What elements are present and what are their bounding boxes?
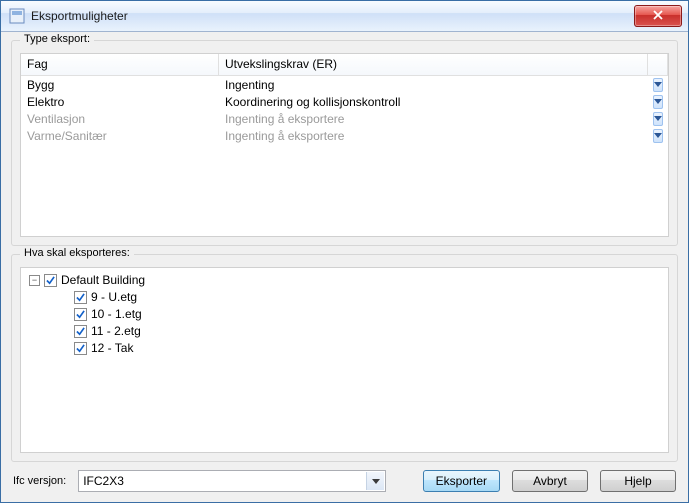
cell-er: Ingenting [219,78,648,92]
ifc-version-combo[interactable]: IFC2X3 [78,470,386,492]
close-icon [653,9,663,23]
row-dropdown-button[interactable] [648,78,668,92]
collapse-icon[interactable]: − [29,275,40,286]
tree-checkbox[interactable] [74,291,87,304]
table-row[interactable]: Varme/SanitærIngenting å eksportere [21,127,668,144]
export-options-window: Eksportmuligheter Type eksport: Fag Utve… [0,0,689,503]
table-row[interactable]: ElektroKoordinering og kollisjonskontrol… [21,93,668,110]
type-export-legend: Type eksport: [20,33,94,45]
cancel-button[interactable]: Avbryt [512,470,588,492]
tree-node-child[interactable]: 9 - U.etg [25,289,664,306]
chevron-down-icon [366,472,384,490]
chevron-down-icon [653,112,663,126]
row-dropdown-button[interactable] [648,112,668,126]
cell-er: Ingenting å eksportere [219,112,648,126]
tree-checkbox[interactable] [44,274,57,287]
close-button[interactable] [634,5,682,27]
tree-node-child[interactable]: 11 - 2.etg [25,323,664,340]
row-dropdown-button[interactable] [648,95,668,109]
app-icon [9,8,25,24]
export-treeview[interactable]: − Default Building9 - U.etg10 - 1.etg11 -… [20,267,669,453]
table-row[interactable]: VentilasjonIngenting å eksportere [21,110,668,127]
column-header-er[interactable]: Utvekslingskrav (ER) [219,54,648,76]
row-dropdown-button[interactable] [648,129,668,143]
export-button[interactable]: Eksporter [423,470,500,492]
listview-rows: ByggIngentingElektroKoordinering og koll… [21,76,668,236]
bottom-bar: Ifc versjon: IFC2X3 Eksporter Avbryt Hje… [11,470,678,492]
tree-node-label: 9 - U.etg [91,289,137,306]
tree-spacer [57,309,70,320]
column-header-dropdown [648,54,668,76]
cell-fag: Bygg [21,78,219,92]
cell-fag: Varme/Sanitær [21,129,219,143]
tree-node-root[interactable]: − Default Building [25,272,664,289]
tree-checkbox[interactable] [74,308,87,321]
tree-checkbox[interactable] [74,325,87,338]
chevron-down-icon [653,78,663,92]
chevron-down-icon [653,95,663,109]
ifc-version-label: Ifc versjon: [13,475,66,487]
tree-node-label: Default Building [61,272,145,289]
type-export-listview[interactable]: Fag Utvekslingskrav (ER) ByggIngentingEl… [20,53,669,237]
tree-node-child[interactable]: 10 - 1.etg [25,306,664,323]
tree-spacer [57,326,70,337]
titlebar: Eksportmuligheter [1,1,688,32]
what-export-legend: Hva skal eksporteres: [20,247,134,259]
listview-headers: Fag Utvekslingskrav (ER) [21,54,668,76]
type-export-group: Type eksport: Fag Utvekslingskrav (ER) B… [11,40,678,246]
cell-fag: Ventilasjon [21,112,219,126]
tree-node-label: 10 - 1.etg [91,306,142,323]
tree-node-label: 12 - Tak [91,340,133,357]
tree-node-child[interactable]: 12 - Tak [25,340,664,357]
window-title: Eksportmuligheter [31,9,128,23]
tree-checkbox[interactable] [74,342,87,355]
ifc-version-selected: IFC2X3 [83,474,124,488]
tree-spacer [57,292,70,303]
tree-node-label: 11 - 2.etg [91,323,141,340]
cell-fag: Elektro [21,95,219,109]
table-row[interactable]: ByggIngenting [21,76,668,93]
what-export-group: Hva skal eksporteres: −Default Building9… [11,254,678,462]
cell-er: Koordinering og kollisjonskontroll [219,95,648,109]
help-button[interactable]: Hjelp [600,470,676,492]
tree-spacer [57,343,70,354]
chevron-down-icon [653,129,663,143]
cell-er: Ingenting å eksportere [219,129,648,143]
column-header-fag[interactable]: Fag [21,54,219,76]
